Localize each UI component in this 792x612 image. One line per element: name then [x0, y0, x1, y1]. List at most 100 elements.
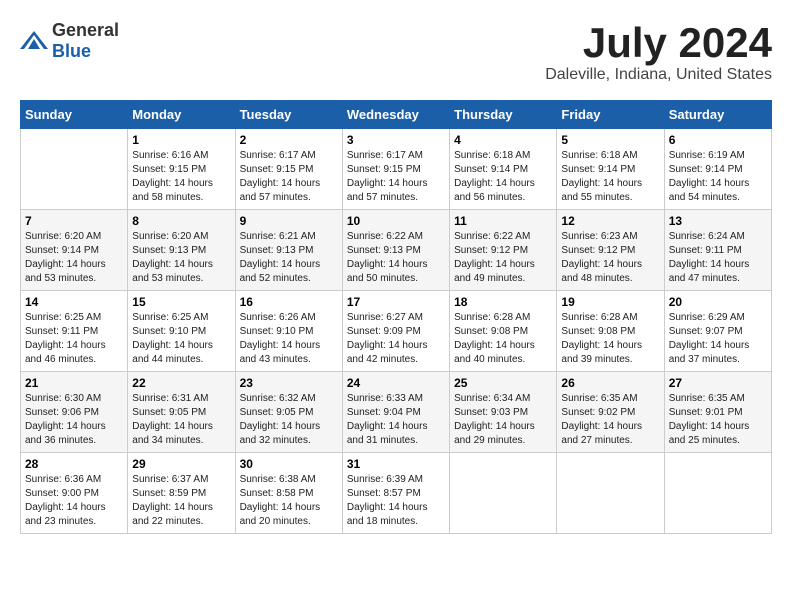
day-info: Sunrise: 6:22 AMSunset: 9:13 PMDaylight:… — [347, 230, 445, 286]
calendar-cell: 27 Sunrise: 6:35 AMSunset: 9:01 PMDayligh… — [664, 372, 771, 453]
day-number: 2 — [240, 133, 338, 147]
day-info: Sunrise: 6:36 AMSunset: 9:00 PMDaylight:… — [25, 473, 123, 529]
calendar-cell: 4 Sunrise: 6:18 AMSunset: 9:14 PMDaylight… — [450, 129, 557, 210]
calendar-week-row: 1 Sunrise: 6:16 AMSunset: 9:15 PMDaylight… — [21, 129, 772, 210]
calendar-cell: 14 Sunrise: 6:25 AMSunset: 9:11 PMDayligh… — [21, 291, 128, 372]
day-number: 30 — [240, 457, 338, 471]
calendar-cell: 24 Sunrise: 6:33 AMSunset: 9:04 PMDayligh… — [342, 372, 449, 453]
column-header-saturday: Saturday — [664, 101, 771, 129]
calendar-cell: 8Sunrise: 6:20 AMSunset: 9:13 PMDaylight… — [128, 210, 235, 291]
day-info: Sunrise: 6:30 AMSunset: 9:06 PMDaylight:… — [25, 392, 123, 448]
calendar-week-row: 14 Sunrise: 6:25 AMSunset: 9:11 PMDayligh… — [21, 291, 772, 372]
calendar-cell: 9Sunrise: 6:21 AMSunset: 9:13 PMDaylight… — [235, 210, 342, 291]
day-info: Sunrise: 6:26 AMSunset: 9:10 PMDaylight:… — [240, 311, 338, 367]
day-number: 21 — [25, 376, 123, 390]
day-info: Sunrise: 6:19 AMSunset: 9:14 PMDaylight:… — [669, 149, 767, 205]
day-info: Sunrise: 6:25 AMSunset: 9:10 PMDaylight:… — [132, 311, 230, 367]
calendar-cell: 29 Sunrise: 6:37 AMSunset: 8:59 PMDayligh… — [128, 453, 235, 534]
day-number: 13 — [669, 214, 767, 228]
day-info: Sunrise: 6:25 AMSunset: 9:11 PMDaylight:… — [25, 311, 123, 367]
day-info: Sunrise: 6:27 AMSunset: 9:09 PMDaylight:… — [347, 311, 445, 367]
day-number: 25 — [454, 376, 552, 390]
day-number: 3 — [347, 133, 445, 147]
calendar-cell: 13 Sunrise: 6:24 AMSunset: 9:11 PMDayligh… — [664, 210, 771, 291]
header: General Blue July 2024 Daleville, Indian… — [20, 20, 772, 84]
calendar-cell: 11 Sunrise: 6:22 AMSunset: 9:12 PMDayligh… — [450, 210, 557, 291]
day-info: Sunrise: 6:22 AMSunset: 9:12 PMDaylight:… — [454, 230, 552, 286]
day-info: Sunrise: 6:24 AMSunset: 9:11 PMDaylight:… — [669, 230, 767, 286]
day-info: Sunrise: 6:38 AMSunset: 8:58 PMDaylight:… — [240, 473, 338, 529]
day-info: Sunrise: 6:16 AMSunset: 9:15 PMDaylight:… — [132, 149, 230, 205]
day-info: Sunrise: 6:39 AMSunset: 8:57 PMDaylight:… — [347, 473, 445, 529]
day-number: 31 — [347, 457, 445, 471]
calendar-cell: 5Sunrise: 6:18 AMSunset: 9:14 PMDaylight… — [557, 129, 664, 210]
day-number: 29 — [132, 457, 230, 471]
calendar-cell: 15 Sunrise: 6:25 AMSunset: 9:10 PMDayligh… — [128, 291, 235, 372]
day-info: Sunrise: 6:18 AMSunset: 9:14 PMDaylight:… — [454, 149, 552, 205]
day-info: Sunrise: 6:37 AMSunset: 8:59 PMDaylight:… — [132, 473, 230, 529]
logo-general-text: General — [52, 20, 119, 40]
logo-blue-text: Blue — [52, 41, 91, 61]
calendar-cell — [21, 129, 128, 210]
day-number: 28 — [25, 457, 123, 471]
day-info: Sunrise: 6:20 AMSunset: 9:14 PMDaylight:… — [25, 230, 123, 286]
day-number: 22 — [132, 376, 230, 390]
calendar-cell: 3 Sunrise: 6:17 AMSunset: 9:15 PMDaylight… — [342, 129, 449, 210]
day-number: 17 — [347, 295, 445, 309]
day-number: 6 — [669, 133, 767, 147]
day-number: 14 — [25, 295, 123, 309]
subtitle: Daleville, Indiana, United States — [545, 66, 772, 84]
day-number: 7 — [25, 214, 123, 228]
calendar-cell: 25 Sunrise: 6:34 AMSunset: 9:03 PMDayligh… — [450, 372, 557, 453]
day-number: 9 — [240, 214, 338, 228]
day-info: Sunrise: 6:17 AMSunset: 9:15 PMDaylight:… — [347, 149, 445, 205]
calendar-cell: 16 Sunrise: 6:26 AMSunset: 9:10 PMDayligh… — [235, 291, 342, 372]
calendar-cell: 22 Sunrise: 6:31 AMSunset: 9:05 PMDayligh… — [128, 372, 235, 453]
calendar-cell: 30 Sunrise: 6:38 AMSunset: 8:58 PMDayligh… — [235, 453, 342, 534]
day-number: 27 — [669, 376, 767, 390]
day-info: Sunrise: 6:32 AMSunset: 9:05 PMDaylight:… — [240, 392, 338, 448]
column-header-wednesday: Wednesday — [342, 101, 449, 129]
calendar-cell: 20Sunrise: 6:29 AMSunset: 9:07 PMDayligh… — [664, 291, 771, 372]
day-number: 18 — [454, 295, 552, 309]
day-number: 16 — [240, 295, 338, 309]
day-number: 11 — [454, 214, 552, 228]
day-number: 24 — [347, 376, 445, 390]
day-info: Sunrise: 6:28 AMSunset: 9:08 PMDaylight:… — [454, 311, 552, 367]
day-number: 19 — [561, 295, 659, 309]
day-number: 10 — [347, 214, 445, 228]
title-area: July 2024 Daleville, Indiana, United Sta… — [545, 20, 772, 84]
calendar-cell: 19 Sunrise: 6:28 AMSunset: 9:08 PMDayligh… — [557, 291, 664, 372]
calendar-week-row: 21 Sunrise: 6:30 AMSunset: 9:06 PMDayligh… — [21, 372, 772, 453]
day-number: 4 — [454, 133, 552, 147]
calendar-week-row: 7 Sunrise: 6:20 AMSunset: 9:14 PMDaylight… — [21, 210, 772, 291]
day-number: 23 — [240, 376, 338, 390]
calendar-cell: 2Sunrise: 6:17 AMSunset: 9:15 PMDaylight… — [235, 129, 342, 210]
calendar-cell: 12 Sunrise: 6:23 AMSunset: 9:12 PMDayligh… — [557, 210, 664, 291]
day-info: Sunrise: 6:23 AMSunset: 9:12 PMDaylight:… — [561, 230, 659, 286]
calendar-week-row: 28 Sunrise: 6:36 AMSunset: 9:00 PMDayligh… — [21, 453, 772, 534]
logo: General Blue — [20, 20, 119, 62]
day-info: Sunrise: 6:34 AMSunset: 9:03 PMDaylight:… — [454, 392, 552, 448]
calendar-cell: 10 Sunrise: 6:22 AMSunset: 9:13 PMDayligh… — [342, 210, 449, 291]
day-info: Sunrise: 6:35 AMSunset: 9:01 PMDaylight:… — [669, 392, 767, 448]
day-number: 26 — [561, 376, 659, 390]
calendar-cell: 7 Sunrise: 6:20 AMSunset: 9:14 PMDaylight… — [21, 210, 128, 291]
calendar-cell: 26 Sunrise: 6:35 AMSunset: 9:02 PMDayligh… — [557, 372, 664, 453]
calendar-cell: 31 Sunrise: 6:39 AMSunset: 8:57 PMDayligh… — [342, 453, 449, 534]
day-number: 15 — [132, 295, 230, 309]
day-info: Sunrise: 6:35 AMSunset: 9:02 PMDaylight:… — [561, 392, 659, 448]
day-info: Sunrise: 6:20 AMSunset: 9:13 PMDaylight:… — [132, 230, 230, 286]
column-header-thursday: Thursday — [450, 101, 557, 129]
column-header-tuesday: Tuesday — [235, 101, 342, 129]
day-info: Sunrise: 6:33 AMSunset: 9:04 PMDaylight:… — [347, 392, 445, 448]
day-info: Sunrise: 6:28 AMSunset: 9:08 PMDaylight:… — [561, 311, 659, 367]
column-header-friday: Friday — [557, 101, 664, 129]
day-number: 1 — [132, 133, 230, 147]
day-info: Sunrise: 6:31 AMSunset: 9:05 PMDaylight:… — [132, 392, 230, 448]
calendar-cell: 28 Sunrise: 6:36 AMSunset: 9:00 PMDayligh… — [21, 453, 128, 534]
calendar-cell — [664, 453, 771, 534]
calendar-cell: 18 Sunrise: 6:28 AMSunset: 9:08 PMDayligh… — [450, 291, 557, 372]
day-number: 12 — [561, 214, 659, 228]
calendar-cell — [450, 453, 557, 534]
